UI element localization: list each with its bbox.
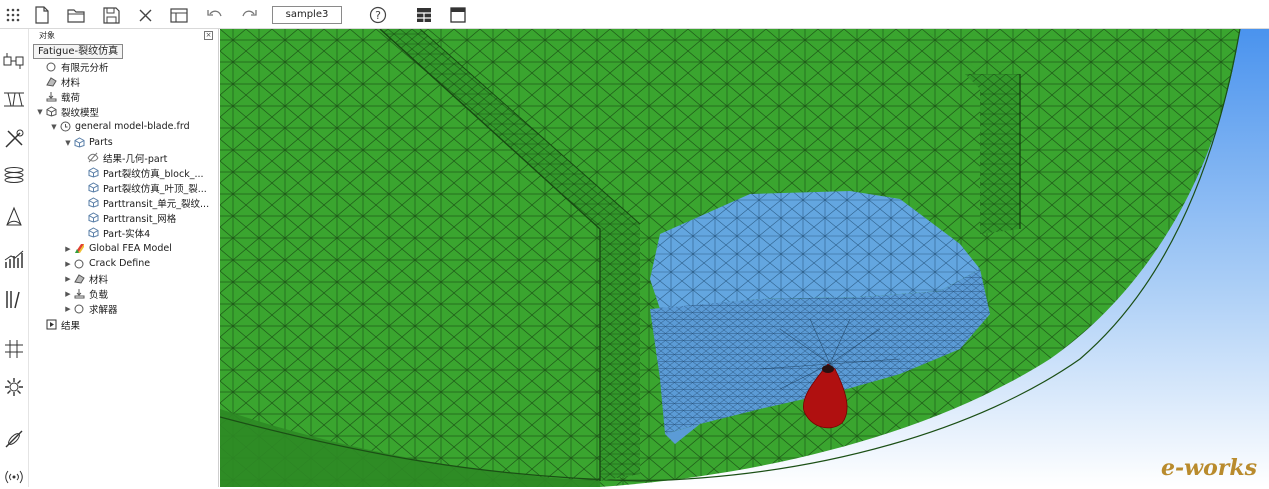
circle-icon [73,258,85,270]
tree-label: 载荷 [61,92,81,104]
tree-item-result[interactable]: 结果 [35,317,80,332]
colormap-icon [73,243,85,255]
tree-label: 结果 [61,320,81,332]
cube-icon [45,106,57,118]
redo-icon[interactable] [238,4,260,26]
load-icon [73,288,85,300]
tool-rail [0,29,29,487]
close-icon[interactable] [134,4,156,26]
tree-item-frd-file[interactable]: ▼ general model-blade.frd [49,119,190,134]
tree-item-part[interactable]: Parttransit_网格 [87,210,176,225]
tree-item-global-fea[interactable]: ▶ Global FEA Model [63,241,172,256]
cube-icon [87,227,99,239]
cube-icon [87,182,99,194]
help-icon[interactable]: ? [367,4,389,26]
panel-header: 对象 × [29,29,218,42]
tree-item-load[interactable]: 载荷 [35,89,80,104]
main-toolbar: sample3 ? [0,0,1269,29]
assembly-icon[interactable] [2,49,26,73]
tree-item-parts[interactable]: ▼ Parts [63,135,113,150]
tree-label: general model-blade.frd [75,121,190,132]
layout-icon[interactable] [168,4,190,26]
tree-label: Part-实体4 [103,228,151,240]
collapse-arrow-icon[interactable]: ▶ [63,260,73,268]
cube-icon [87,212,99,224]
tree-item-crack-model[interactable]: ▼ 裂纹模型 [35,104,99,119]
circle-icon [73,303,85,315]
expand-arrow-icon[interactable]: ▼ [35,108,45,116]
tree-item-part[interactable]: 结果-几何-part [87,150,167,165]
cube-icon [87,167,99,179]
tree-item-solver[interactable]: ▶ 求解器 [63,301,118,316]
collapse-arrow-icon[interactable]: ▶ [63,275,73,283]
tree-item-part[interactable]: Part-实体4 [87,225,150,240]
tree-label: 材料 [61,77,81,89]
result-icon [45,319,57,331]
tree-label: 裂纹模型 [61,107,100,119]
grid-icon[interactable] [2,337,26,361]
tree-label: Global FEA Model [89,243,172,254]
fea-viewport[interactable]: e-works [220,29,1269,487]
tree-label: Parts [89,137,113,148]
collapse-arrow-icon[interactable]: ▶ [63,305,73,313]
window-icon[interactable] [447,4,469,26]
panel-title: 对象 [39,31,55,40]
expand-arrow-icon[interactable]: ▼ [49,123,59,131]
tree-item-fea[interactable]: 有限元分析 [35,59,109,74]
material-icon [73,273,85,285]
tree-label: Parttransit_网格 [103,213,177,225]
mesh-render [220,29,1269,487]
circle-icon [45,61,57,73]
tree-label: 求解器 [89,304,118,316]
tools-icon[interactable] [2,127,26,151]
cube-icon [87,197,99,209]
tree-item-part[interactable]: Parttransit_单元_裂纹... [87,195,209,210]
svg-text:?: ? [375,9,381,22]
tree-label: 负载 [89,289,109,301]
expand-arrow-icon[interactable]: ▼ [63,139,73,147]
grid-menu-icon[interactable] [2,4,24,26]
tree-label: Parttransit_单元_裂纹... [103,198,210,210]
clock-icon [59,121,71,133]
new-file-icon[interactable] [31,4,53,26]
library-icon[interactable] [2,287,26,311]
tree-label: 材料 [89,274,109,286]
brand-logo: e-works [1161,455,1257,481]
collapse-arrow-icon[interactable]: ▶ [63,290,73,298]
tree-item-crack-define[interactable]: ▶ Crack Define [63,256,150,271]
tree-item-load-2[interactable]: ▶ 负载 [63,286,108,301]
tree-label: Part裂纹仿真_block_... [103,168,204,180]
hidden-part-icon [87,152,99,164]
load-icon [45,91,57,103]
tree-item-part[interactable]: Part裂纹仿真_叶顶_裂... [87,180,207,195]
open-folder-icon[interactable] [65,4,87,26]
tree-item-material[interactable]: 材料 [35,74,80,89]
cube-icon [73,137,85,149]
tree-item-material-2[interactable]: ▶ 材料 [63,271,108,286]
object-tree-panel: 对象 × Fatigue-裂纹仿真 有限元分析 材料 载荷 ▼ 裂纹模型 ▼ g… [29,29,219,487]
tree-item-part[interactable]: Part裂纹仿真_block_... [87,165,204,180]
dashboard-icon[interactable] [413,4,435,26]
panel-close-icon[interactable]: × [204,31,213,40]
tree-label: 结果-几何-part [103,153,168,165]
tree-label: Part裂纹仿真_叶顶_裂... [103,183,207,195]
gear-icon[interactable] [2,375,26,399]
coil-icon[interactable] [2,163,26,187]
save-icon[interactable] [100,4,122,26]
geometry-icon[interactable] [2,87,26,111]
chart-icon[interactable] [2,247,26,271]
signal-icon[interactable] [2,465,26,489]
tree-label: Crack Define [89,258,151,269]
sail-icon[interactable] [2,205,26,229]
material-icon [45,76,57,88]
tree-root-tab[interactable]: Fatigue-裂纹仿真 [33,44,124,59]
tree-label: 有限元分析 [61,62,109,74]
collapse-arrow-icon[interactable]: ▶ [63,245,73,253]
satellite-icon[interactable] [2,427,26,451]
undo-icon[interactable] [204,4,226,26]
document-name-field[interactable]: sample3 [272,6,342,24]
